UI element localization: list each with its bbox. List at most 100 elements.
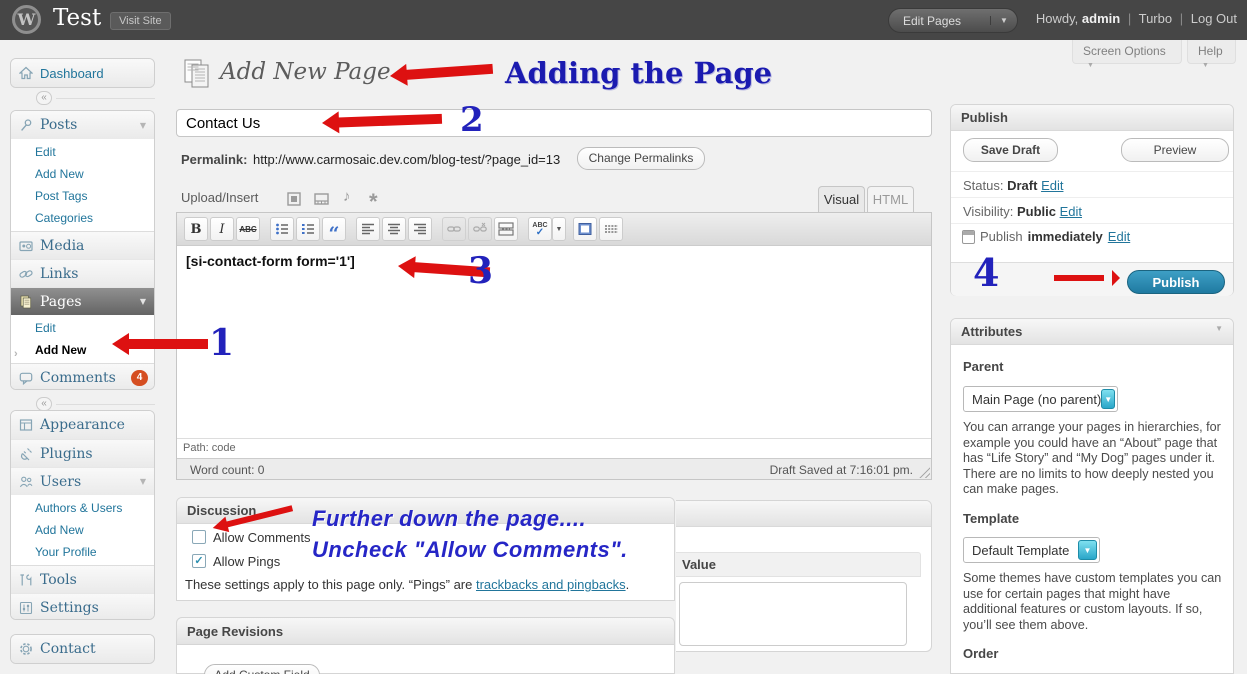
annotation-arrow-add-new	[112, 338, 208, 350]
sidebar-item-settings[interactable]: Settings	[11, 593, 154, 620]
template-select[interactable]: Default Template ▼	[963, 537, 1100, 563]
link-icon	[447, 222, 461, 236]
editor-content-area[interactable]: [si-contact-form form='1']	[177, 246, 931, 438]
chevron-down-icon[interactable]: ▼	[990, 16, 1017, 25]
allow-pings-label: Allow Pings	[213, 554, 280, 569]
favorites-menu-button[interactable]: Edit Pages ▼	[888, 8, 1018, 33]
align-left-button[interactable]	[356, 217, 380, 241]
align-right-button[interactable]	[408, 217, 432, 241]
add-video-icon[interactable]	[314, 192, 329, 206]
save-draft-button[interactable]: Save Draft	[963, 138, 1058, 162]
sidebar-item-users[interactable]: Users ▼	[11, 467, 154, 495]
tab-visual[interactable]: Visual	[818, 186, 865, 212]
annotation-further-down-2: Uncheck "Allow Comments".	[312, 537, 628, 563]
chevron-down-icon[interactable]: ▼	[140, 477, 148, 486]
select-dropdown-icon[interactable]: ▼	[1101, 389, 1115, 409]
submenu-item-post-tags[interactable]: Post Tags	[11, 185, 154, 207]
change-permalinks-button[interactable]: Change Permalinks	[577, 147, 705, 170]
visit-site-button[interactable]: Visit Site	[110, 12, 171, 30]
collapse-menu-icon[interactable]: «	[36, 397, 52, 411]
chevron-down-icon[interactable]: ▼	[1215, 324, 1223, 333]
add-image-icon[interactable]	[287, 192, 301, 206]
logout-link[interactable]: Log Out	[1191, 11, 1237, 26]
chevron-down-icon: ▼	[1083, 62, 1094, 69]
edit-visibility-link[interactable]: Edit	[1060, 204, 1082, 219]
sidebar-item-pages-selected[interactable]: Pages ▼	[11, 287, 154, 315]
separator: |	[1176, 11, 1187, 26]
sidebar-item-posts[interactable]: Posts ▼	[11, 111, 154, 139]
sidebar-item-tools[interactable]: Tools	[11, 565, 154, 593]
discussion-note-period: .	[626, 577, 630, 592]
select-dropdown-icon[interactable]: ▼	[1078, 540, 1097, 560]
page-title: Add New Page	[220, 59, 391, 85]
submenu-item-authors-users[interactable]: Authors & Users	[11, 497, 154, 519]
publish-when-value: immediately	[1028, 229, 1103, 244]
sidebar-item-media[interactable]: Media	[11, 231, 154, 259]
add-custom-field-button[interactable]: Add Custom Field	[204, 664, 320, 674]
blockquote-button[interactable]: “	[322, 217, 346, 241]
attributes-panel-header[interactable]: Attributes ▼	[951, 319, 1233, 345]
spellcheck-dropdown[interactable]: ▼	[552, 217, 566, 241]
sidebar-item-links[interactable]: Links	[11, 259, 154, 287]
submenu-item-add-new[interactable]: Add New	[11, 519, 154, 541]
sidebar-item-plugins[interactable]: Plugins	[11, 439, 154, 467]
sidebar-item-appearance[interactable]: Appearance	[11, 411, 154, 439]
page-revisions-panel-header[interactable]: Page Revisions	[176, 617, 675, 645]
bold-button[interactable]: B	[184, 217, 208, 241]
allow-pings-checkbox[interactable]: ✓	[192, 554, 206, 568]
username[interactable]: admin	[1082, 11, 1120, 26]
publish-button[interactable]: Publish	[1127, 270, 1225, 294]
align-center-button[interactable]	[382, 217, 406, 241]
turbo-link[interactable]: Turbo	[1139, 11, 1172, 26]
edit-status-link[interactable]: Edit	[1041, 178, 1063, 193]
site-name[interactable]: Test	[53, 5, 101, 31]
remove-link-button	[468, 217, 492, 241]
more-tag-button[interactable]	[494, 217, 518, 241]
users-icon	[19, 475, 33, 489]
parent-help-text: You can arrange your pages in hierarchie…	[963, 420, 1227, 498]
template-select-value: Default Template	[964, 543, 1078, 558]
fullscreen-button[interactable]	[573, 217, 597, 241]
italic-button[interactable]: I	[210, 217, 234, 241]
submenu-item-your-profile[interactable]: Your Profile	[11, 541, 154, 563]
tab-html[interactable]: HTML	[867, 186, 914, 212]
preview-button[interactable]: Preview	[1121, 138, 1229, 162]
submenu-item-add-new[interactable]: Add New	[11, 163, 154, 185]
screen-options-tab[interactable]: Screen Options ▼	[1072, 40, 1182, 64]
sidebar-item-label: Appearance	[40, 417, 148, 433]
help-tab[interactable]: Help ▼	[1187, 40, 1236, 64]
submenu-item-categories[interactable]: Categories	[11, 207, 154, 229]
sidebar-item-label: Contact	[40, 641, 148, 657]
spellcheck-button[interactable]: ABC ✓	[528, 217, 552, 241]
trackbacks-pingbacks-link[interactable]: trackbacks and pingbacks	[476, 577, 626, 592]
chevron-down-icon[interactable]: ▼	[140, 297, 148, 306]
edit-publish-when-link[interactable]: Edit	[1108, 229, 1130, 244]
sidebar-item-contact[interactable]: Contact	[11, 635, 154, 663]
publish-panel-header[interactable]: Publish	[951, 105, 1233, 131]
submenu-item-edit[interactable]: Edit	[11, 317, 154, 339]
custom-field-value-textarea[interactable]	[679, 582, 907, 646]
editor-resize-handle[interactable]	[919, 467, 930, 478]
sidebar-item-comments[interactable]: Comments 4	[11, 363, 154, 390]
numbered-list-icon	[301, 222, 315, 236]
add-page-icon	[183, 58, 213, 90]
page-title-input[interactable]	[176, 109, 932, 137]
strikethrough-button[interactable]: ABC	[236, 217, 260, 241]
allow-comments-checkbox[interactable]	[192, 530, 206, 544]
bullet-list-button[interactable]	[270, 217, 294, 241]
add-audio-icon[interactable]: ♪	[343, 188, 351, 205]
insert-link-button	[442, 217, 466, 241]
parent-select[interactable]: Main Page (no parent) ▼	[963, 386, 1118, 412]
wordpress-logo-icon[interactable]: W	[12, 5, 41, 34]
align-left-icon	[361, 222, 375, 236]
kitchen-sink-button[interactable]	[599, 217, 623, 241]
permalink-url: http://www.carmosaic.dev.com/blog-test/?…	[253, 152, 560, 167]
collapse-menu-icon[interactable]: «	[36, 91, 52, 105]
chevron-down-icon[interactable]: ▼	[140, 121, 148, 130]
order-label: Order	[963, 646, 998, 661]
submenu-item-edit[interactable]: Edit	[11, 141, 154, 163]
upload-insert-label: Upload/Insert	[181, 190, 258, 205]
numbered-list-button[interactable]	[296, 217, 320, 241]
sidebar-item-dashboard[interactable]: Dashboard	[11, 59, 154, 87]
gear-icon	[19, 642, 33, 656]
